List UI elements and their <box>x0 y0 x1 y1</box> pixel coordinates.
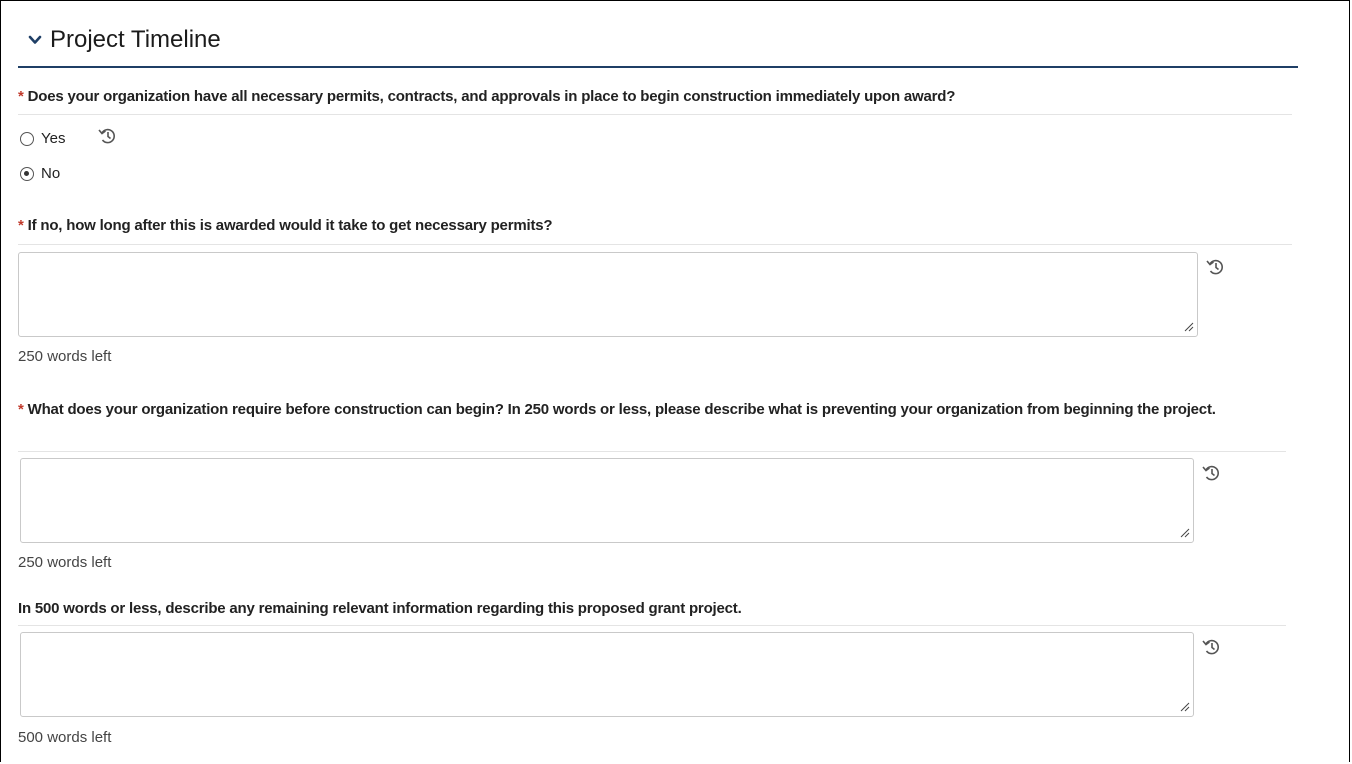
history-icon[interactable] <box>1200 637 1222 657</box>
question-text: What does your organization require befo… <box>27 401 1216 418</box>
history-icon[interactable] <box>1200 463 1222 483</box>
required-marker: * <box>18 401 24 418</box>
history-icon[interactable] <box>1204 257 1226 277</box>
radio-no-button[interactable] <box>20 166 34 181</box>
radio-no[interactable]: No <box>20 165 60 182</box>
words-left-counter: 500 words left <box>18 729 112 746</box>
words-left-counter: 250 words left <box>18 348 112 365</box>
radio-yes[interactable]: Yes <box>20 130 65 147</box>
radio-no-label[interactable]: No <box>41 165 60 182</box>
resize-grip-icon[interactable] <box>1184 322 1194 332</box>
resize-grip-icon[interactable] <box>1180 528 1190 538</box>
required-marker: * <box>18 88 24 105</box>
radio-yes-button[interactable] <box>20 131 34 146</box>
divider <box>18 114 1292 115</box>
question-text: Does your organization have all necessar… <box>27 88 956 105</box>
section-title: Project Timeline <box>50 26 221 53</box>
question-permits-in-place: * Does your organization have all necessa… <box>18 86 1288 108</box>
question-permit-timeline: * If no, how long after this is awarded w… <box>18 215 1288 237</box>
question-text: In 500 words or less, describe any remai… <box>18 600 742 617</box>
divider <box>18 625 1286 626</box>
chevron-down-icon[interactable] <box>28 34 42 46</box>
divider <box>18 244 1292 245</box>
question-text: If no, how long after this is awarded wo… <box>27 217 553 234</box>
question-construction-requirements: * What does your organization require bef… <box>18 399 1280 421</box>
words-left-counter: 250 words left <box>18 554 112 571</box>
required-marker: * <box>18 217 24 234</box>
permit-timeline-textarea[interactable] <box>18 252 1198 337</box>
question-additional-information: In 500 words or less, describe any remai… <box>18 598 1288 620</box>
additional-information-textarea[interactable] <box>20 632 1194 717</box>
radio-yes-label[interactable]: Yes <box>41 130 65 147</box>
resize-grip-icon[interactable] <box>1180 702 1190 712</box>
construction-requirements-textarea[interactable] <box>20 458 1194 543</box>
section-header[interactable]: Project Timeline <box>18 22 1298 68</box>
history-icon[interactable] <box>96 126 118 146</box>
divider <box>18 451 1286 452</box>
